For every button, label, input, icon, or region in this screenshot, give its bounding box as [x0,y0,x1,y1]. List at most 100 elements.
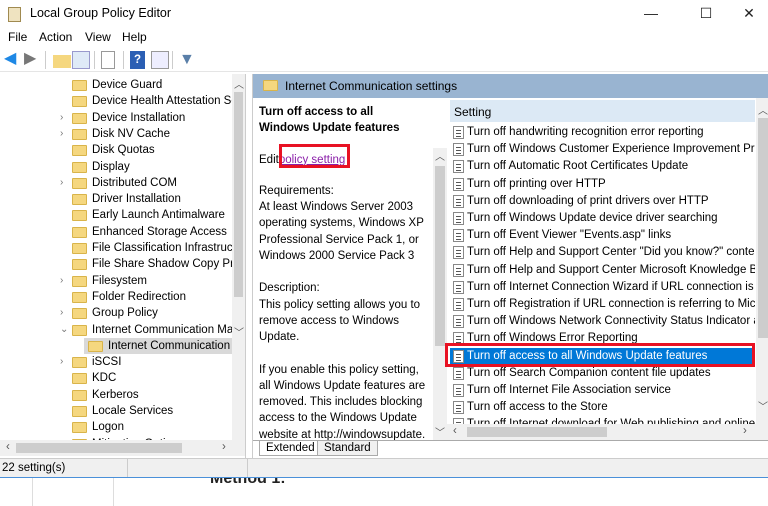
tree-item[interactable]: File Share Shadow Copy Provi [0,256,245,272]
tree-item-label: Enhanced Storage Access [92,225,227,238]
list-item[interactable]: Turn off Internet Connection Wizard if U… [450,279,755,296]
list-item[interactable]: Turn off Help and Support Center Microso… [450,262,755,279]
tree-item-label: File Share Shadow Copy Provi [92,258,246,271]
setting-name: Turn off Internet File Association servi… [467,384,671,396]
forward-icon[interactable]: ▶ [24,51,42,69]
filter-icon[interactable]: ▼ [179,51,197,69]
menu-action[interactable]: Action [39,30,72,44]
list-item[interactable]: Turn off Windows Customer Experience Imp… [450,141,755,158]
show-hide-action-pane-icon[interactable] [151,51,169,69]
tree-item[interactable]: › Distributed COM [0,175,232,191]
description-text: This policy setting allows you to remove… [259,298,421,344]
tree-item[interactable]: Logon [0,419,232,435]
tree-item[interactable]: Driver Installation [0,191,232,207]
menu-file[interactable]: File [8,30,27,44]
expand-icon[interactable]: › [60,273,63,289]
list-item[interactable]: Turn off Search Companion content file u… [450,365,755,382]
list-item[interactable]: Turn off printing over HTTP [450,176,755,193]
tree-item-label: Kerberos [92,388,139,401]
folder-icon [72,373,87,385]
policy-setting-icon [453,263,464,277]
back-icon[interactable]: ◀ [4,51,22,69]
expand-icon[interactable]: ⌄ [60,322,68,338]
folder-icon [72,112,87,124]
tree-item-label: Display [92,160,130,173]
menu-view[interactable]: View [85,30,111,44]
tree-item-label: iSCSI [92,356,122,369]
tree-horizontal-scrollbar[interactable]: ‹ › [0,440,245,456]
description-scrollbar[interactable]: ︿ ﹀ [433,148,447,440]
list-item[interactable]: Turn off Windows Network Connectivity St… [450,313,755,330]
pane-header-title: Internet Communication settings [285,79,458,93]
tree-item[interactable]: › iSCSI [0,354,232,370]
tree-item[interactable]: ⌄ Internet Communication Mar [0,322,237,338]
tree-item[interactable]: Locale Services [0,403,232,419]
title-bar[interactable]: Local Group Policy Editor — ☐ ✕ [0,0,768,28]
help-icon[interactable]: ? [130,51,145,69]
tab-standard[interactable]: Standard [317,441,378,456]
expand-icon[interactable]: › [60,354,63,370]
tree-item-label: Device Health Attestation Serv [92,95,246,108]
folder-icon [72,243,87,254]
setting-name: Turn off Windows Update device driver se… [467,212,718,224]
tree-item[interactable]: › Filesystem [0,273,232,289]
tree-item[interactable]: File Classification Infrastructu [0,240,242,256]
expand-icon[interactable]: › [60,305,63,321]
list-item[interactable]: Turn off downloading of print drivers ov… [450,193,755,210]
description-more: If you enable this policy setting, all W… [259,363,426,440]
toolbar: ◀ ▶ ? ▼ [0,48,768,72]
tree-item[interactable]: › Group Policy [0,305,232,321]
folder-icon [88,340,103,352]
folder-icon [72,210,87,222]
list-item[interactable]: Turn off Windows Update device driver se… [450,210,755,227]
policy-title: Turn off access to all Windows Update fe… [259,106,400,135]
tree-item[interactable]: Folder Redirection [0,289,232,305]
tree-item[interactable]: Kerberos [0,387,232,403]
tree-item[interactable]: Device Health Attestation Serv [0,93,245,109]
list-item[interactable]: Turn off access to the Store [450,399,755,416]
tree-item[interactable]: Display [0,159,232,175]
list-item[interactable]: Turn off Help and Support Center "Did yo… [450,244,755,261]
tree-vertical-scrollbar[interactable]: ︿ ﹀ [232,74,245,440]
list-item[interactable]: Turn off Internet File Association servi… [450,382,755,399]
list-item[interactable]: Turn off Automatic Root Certificates Upd… [450,158,755,175]
tree-pane: Device Guard Device Health Attestation Se… [0,74,246,458]
tree-item-label: Internet Communication Mar [92,323,238,336]
folder-icon [72,80,87,91]
column-header-setting[interactable]: Setting [450,100,755,122]
list-item[interactable]: Turn off Event Viewer "Events.asp" links [450,227,755,244]
minimize-button[interactable]: — [628,0,674,28]
policy-setting-icon [453,143,464,157]
expand-icon[interactable]: › [60,175,63,191]
tree-item[interactable]: › Device Installation [0,110,232,126]
up-folder-icon[interactable] [53,55,71,68]
folder-icon [72,96,87,108]
tree-item[interactable]: › Disk NV Cache [0,126,232,142]
expand-icon[interactable]: › [60,126,63,142]
folder-icon [72,275,87,287]
requirements-text: At least Windows Server 2003 operating s… [259,201,424,263]
tree-item[interactable]: Device Guard [0,77,232,93]
expand-icon[interactable]: › [60,110,63,126]
tree-item[interactable]: Internet Communication s [84,337,239,354]
show-hide-tree-icon[interactable] [72,51,90,69]
tree-item[interactable]: KDC [0,370,232,386]
close-button[interactable]: ✕ [726,0,768,28]
folder-icon [72,145,87,157]
list-item[interactable]: Turn off Registration if URL connection … [450,296,755,313]
tab-extended[interactable]: Extended [259,441,322,456]
menu-help[interactable]: Help [122,30,147,44]
tree-item-label: Logon [92,421,124,434]
folder-icon [72,308,87,320]
export-list-icon[interactable] [101,51,115,69]
tree-item[interactable]: Enhanced Storage Access [0,224,232,240]
setting-name: Turn off Help and Support Center "Did yo… [467,246,755,259]
tree-item[interactable]: Early Launch Antimalware [0,207,232,223]
list-item[interactable]: Turn off handwriting recognition error r… [450,124,755,141]
list-horizontal-scrollbar[interactable]: ‹ › [447,424,768,440]
setting-name: Turn off Help and Support Center Microso… [467,263,755,276]
maximize-button[interactable]: ☐ [683,0,729,28]
list-vertical-scrollbar[interactable]: ︿ ﹀ [756,98,768,424]
policy-setting-icon [453,366,464,380]
tree-item[interactable]: Disk Quotas [0,142,232,158]
